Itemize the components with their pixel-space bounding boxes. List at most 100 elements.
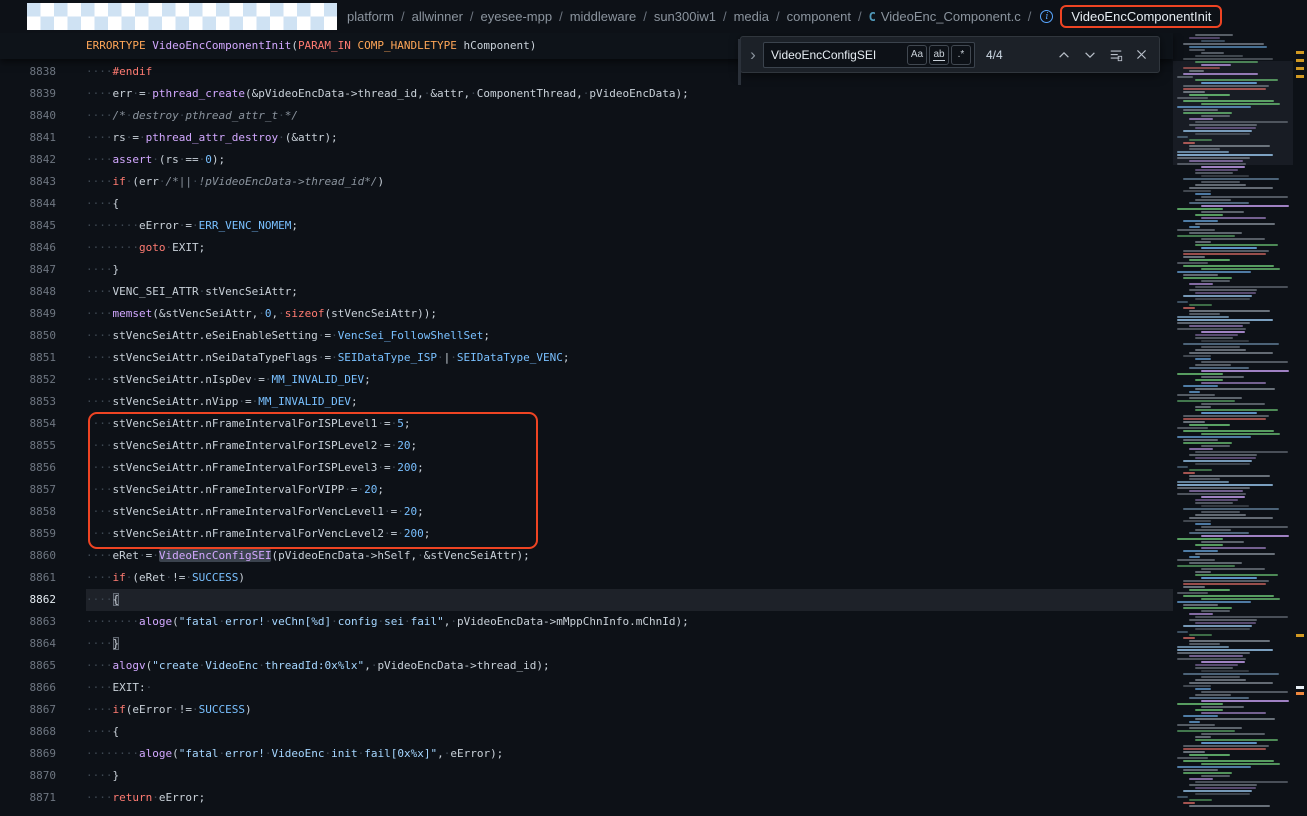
code-line[interactable]: 8849 ····memset(&stVencSeiAttr,·0,·sizeof… (0, 303, 1173, 325)
code-line[interactable]: 8867 ····if(eError·!=·SUCCESS) (0, 699, 1173, 721)
find-in-selection-button[interactable] (1104, 43, 1127, 66)
line-number[interactable]: 8865 (0, 655, 57, 677)
line-number[interactable]: 8841 (0, 127, 57, 149)
code-line[interactable]: 8862 ····{ (0, 589, 1173, 611)
line-number[interactable]: 8857 (0, 479, 57, 501)
regex-button[interactable]: .* (951, 44, 971, 65)
whole-word-button[interactable]: ab (929, 44, 949, 65)
code-line[interactable]: 8856 ····stVencSeiAttr.nFrameIntervalForI… (0, 457, 1173, 479)
minimap-line (1177, 373, 1223, 375)
code-line[interactable]: 8871 ····return·eError; (0, 787, 1173, 809)
code-line[interactable]: 8863 ········aloge("fatal·error!·veChn[%d… (0, 611, 1173, 633)
line-number[interactable]: 8847 (0, 259, 57, 281)
breadcrumb-item[interactable]: component (787, 9, 851, 24)
code-line[interactable]: 8866 ····EXIT:· (0, 677, 1173, 699)
code-line[interactable]: 8844 ····{ (0, 193, 1173, 215)
code-line[interactable]: 8870 ····} (0, 765, 1173, 787)
line-number[interactable]: 8839 (0, 83, 57, 105)
find-input[interactable] (771, 47, 905, 62)
code-line[interactable]: 8853 ····stVencSeiAttr.nVipp·=·MM_INVALID… (0, 391, 1173, 413)
code-line[interactable]: 8847 ····} (0, 259, 1173, 281)
minimap-line (1195, 679, 1246, 681)
minimap-line (1177, 154, 1273, 156)
code-line[interactable]: 8855 ····stVencSeiAttr.nFrameIntervalForI… (0, 435, 1173, 457)
code-line[interactable]: 8848 ····VENC_SEI_ATTR·stVencSeiAttr; (0, 281, 1173, 303)
code-line[interactable]: 8868 ····{ (0, 721, 1173, 743)
toggle-replace-chevron-icon[interactable]: › (745, 45, 761, 65)
code-line[interactable]: 8851 ····stVencSeiAttr.nSeiDataTypeFlags·… (0, 347, 1173, 369)
minimap[interactable] (1173, 33, 1293, 816)
breadcrumb-item[interactable]: eyesee-mpp (481, 9, 553, 24)
line-number[interactable]: 8869 (0, 743, 57, 765)
previous-match-button[interactable] (1052, 43, 1075, 66)
code-line[interactable]: 8859 ····stVencSeiAttr.nFrameIntervalForV… (0, 523, 1173, 545)
code-line[interactable]: 8840 ····/*·destroy·pthread_attr_t·*/ (0, 105, 1173, 127)
line-number[interactable]: 8860 (0, 545, 57, 567)
code-line[interactable]: 8861 ····if·(eRet·!=·SUCCESS) (0, 567, 1173, 589)
code-line[interactable]: 8860 ····eRet·=·VideoEncConfigSEI(pVideoE… (0, 545, 1173, 567)
minimap-line (1195, 451, 1289, 453)
find-widget-sash[interactable] (738, 39, 741, 85)
line-number[interactable]: 8844 (0, 193, 57, 215)
next-match-button[interactable] (1078, 43, 1101, 66)
line-number[interactable]: 8858 (0, 501, 57, 523)
code-line[interactable]: 8845 ········eError·=·ERR_VENC_NOMEM; (0, 215, 1173, 237)
line-number[interactable]: 8854 (0, 413, 57, 435)
line-number[interactable]: 8849 (0, 303, 57, 325)
line-number[interactable]: 8864 (0, 633, 57, 655)
line-number[interactable]: 8855 (0, 435, 57, 457)
code-line-text: ········goto·EXIT; (86, 241, 206, 254)
line-number[interactable]: 8871 (0, 787, 57, 809)
code-line[interactable]: 8869 ········aloge("fatal·error!·VideoEnc… (0, 743, 1173, 765)
code-line[interactable]: 8858 ····stVencSeiAttr.nFrameIntervalForV… (0, 501, 1173, 523)
code-line[interactable]: 8850 ····stVencSeiAttr.eSeiEnableSetting·… (0, 325, 1173, 347)
line-number[interactable]: 8856 (0, 457, 57, 479)
breadcrumb-item[interactable]: media (734, 9, 769, 24)
breadcrumb-item[interactable]: sun300iw1 (654, 9, 716, 24)
line-number[interactable]: 8866 (0, 677, 57, 699)
code-line[interactable]: 8854 ····stVencSeiAttr.nFrameIntervalForI… (0, 413, 1173, 435)
line-number[interactable]: 8848 (0, 281, 57, 303)
breadcrumb-item[interactable]: allwinner (412, 9, 463, 24)
line-number[interactable]: 8862 (0, 589, 57, 611)
line-number[interactable]: 8851 (0, 347, 57, 369)
line-number[interactable]: 8838 (0, 61, 57, 83)
code-line-text: ····EXIT:· (86, 681, 153, 694)
line-number[interactable]: 8868 (0, 721, 57, 743)
code-line[interactable]: 8839 ····err·=·pthread_create(&pVideoEncD… (0, 83, 1173, 105)
line-number[interactable]: 8840 (0, 105, 57, 127)
minimap-line (1177, 484, 1273, 486)
line-number[interactable]: 8861 (0, 567, 57, 589)
line-number[interactable]: 8867 (0, 699, 57, 721)
line-number[interactable]: 8870 (0, 765, 57, 787)
breadcrumb-item[interactable]: middleware (570, 9, 636, 24)
line-number[interactable]: 8845 (0, 215, 57, 237)
line-number[interactable]: 8852 (0, 369, 57, 391)
line-number[interactable]: 8859 (0, 523, 57, 545)
line-number[interactable]: 8863 (0, 611, 57, 633)
minimap-line (1195, 244, 1278, 246)
breadcrumb-item[interactable]: platform (347, 9, 394, 24)
code-line[interactable]: 8857 ····stVencSeiAttr.nFrameIntervalForV… (0, 479, 1173, 501)
breadcrumb-symbol[interactable]: VideoEncComponentInit (1060, 5, 1223, 28)
code-line[interactable]: 8843 ····if·(err·/*||·!pVideoEncData->thr… (0, 171, 1173, 193)
minimap-line (1183, 109, 1219, 111)
match-case-button[interactable]: Aa (907, 44, 927, 65)
code-line[interactable]: 8865 ····alogv("create·VideoEnc·threadId:… (0, 655, 1173, 677)
code-line[interactable]: 8841 ····rs·=·pthread_attr_destroy·(&attr… (0, 127, 1173, 149)
breadcrumb-file[interactable]: VideoEnc_Component.c (881, 9, 1021, 24)
code-line[interactable]: 8852 ····stVencSeiAttr.nIspDev·=·MM_INVAL… (0, 369, 1173, 391)
line-number[interactable]: 8842 (0, 149, 57, 171)
close-find-button[interactable] (1130, 43, 1153, 66)
line-number[interactable]: 8853 (0, 391, 57, 413)
code-line[interactable]: 8864 ····} (0, 633, 1173, 655)
minimap-line (1195, 529, 1231, 531)
overview-ruler[interactable] (1293, 33, 1307, 816)
line-number[interactable]: 8843 (0, 171, 57, 193)
minimap-line (1183, 745, 1269, 747)
line-number[interactable]: 8846 (0, 237, 57, 259)
overview-ruler-mark (1296, 686, 1304, 689)
line-number[interactable]: 8850 (0, 325, 57, 347)
code-line[interactable]: 8842 ····assert·(rs·==·0); (0, 149, 1173, 171)
code-line[interactable]: 8846 ········goto·EXIT; (0, 237, 1173, 259)
